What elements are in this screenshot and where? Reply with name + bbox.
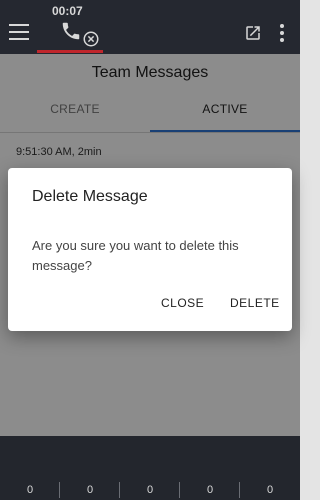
counter-3[interactable]: 0 (120, 484, 180, 496)
active-call-indicator (37, 50, 103, 53)
dialog-title: Delete Message (32, 188, 148, 205)
counter-5[interactable]: 0 (240, 484, 300, 496)
hangup-icon[interactable] (82, 30, 100, 48)
counter-2[interactable]: 0 (60, 484, 120, 496)
counter-1[interactable]: 0 (0, 484, 60, 496)
phone-icon[interactable] (60, 20, 82, 42)
delete-message-dialog: Delete Message Are you sure you want to … (8, 168, 292, 331)
close-button[interactable]: CLOSE (161, 296, 204, 310)
call-timer: 00:07 (52, 4, 83, 18)
delete-button[interactable]: DELETE (230, 296, 280, 310)
top-bar: 00:07 (0, 0, 300, 54)
counter-4[interactable]: 0 (180, 484, 240, 496)
popout-icon[interactable] (244, 24, 262, 42)
more-vert-icon[interactable] (278, 24, 286, 42)
menu-icon[interactable] (9, 24, 29, 40)
bottom-bar: 0 0 0 0 0 (0, 436, 300, 500)
dialog-message: Are you sure you want to delete this mes… (32, 238, 239, 273)
